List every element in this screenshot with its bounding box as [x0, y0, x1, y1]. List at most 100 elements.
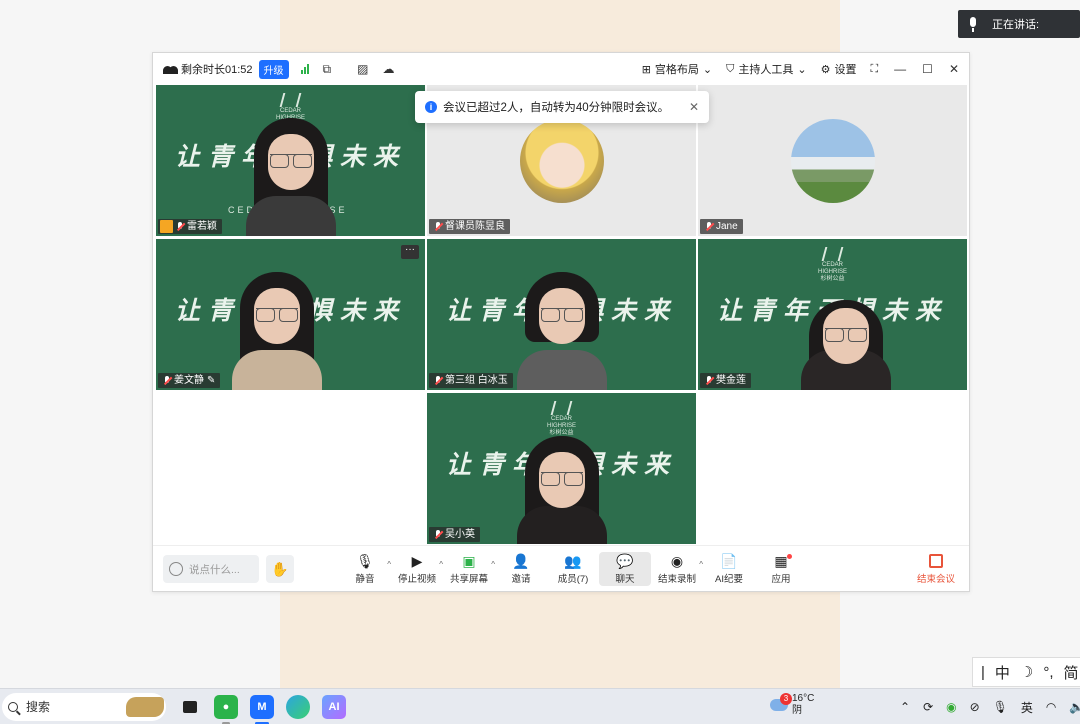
cloud-icon: 3 [770, 693, 792, 711]
wechat-icon[interactable]: ● [214, 694, 238, 724]
shield-icon: ⛉ [726, 62, 735, 75]
end-meeting-button[interactable]: 结束会议 [917, 554, 955, 585]
chevron-down-icon: ⌄ [702, 63, 713, 76]
weather-widget[interactable]: 3 16°C 阴 [770, 693, 814, 717]
cedar-logo: CEDARHIGHRISE杉树公益 [547, 401, 576, 437]
camera-icon: ▶ [411, 552, 423, 569]
maximize-icon[interactable]: ☐ [922, 62, 933, 76]
mic-muted-icon [434, 376, 442, 385]
ai-app-icon[interactable]: AI [322, 694, 346, 719]
close-icon[interactable]: ✕ [949, 62, 959, 76]
host-tools-menu[interactable]: ⛉ 主持人工具 ⌄ [726, 61, 806, 77]
meeting-toolbar: 说点什么... ✋ 🎙 静音 ^ ▶ 停止视频 ^ ▣ 共享屏幕 ^ 👤 邀请 👥 成员(7) … [153, 545, 969, 591]
invite-button[interactable]: 👤 邀请 [495, 546, 547, 592]
search-icon [8, 701, 18, 712]
microphone-icon [968, 16, 978, 32]
stop-video-button[interactable]: ▶ 停止视频 ^ [391, 546, 443, 592]
task-view-icon[interactable] [178, 695, 202, 719]
exit-icon [928, 554, 943, 568]
tencent-meeting-logo-icon [163, 64, 179, 74]
pen-icon: ✎ [207, 375, 216, 386]
cloud-icon[interactable]: ☁ [382, 62, 394, 76]
mic-muted-icon [434, 222, 442, 231]
sync-icon[interactable]: ⟳ [923, 700, 933, 714]
raise-hand-button[interactable]: ✋ [266, 555, 294, 583]
minimize-icon[interactable]: — [894, 62, 906, 76]
layout-menu[interactable]: ⊞ 宫格布局 ⌄ [642, 61, 712, 77]
edge-browser-icon[interactable] [286, 694, 310, 719]
speaker-icon[interactable]: 🔈 [1069, 700, 1080, 714]
participant-name-tag: 雷若颖 [158, 219, 222, 234]
more-options-button[interactable]: ··· [401, 245, 419, 259]
video-tile[interactable]: CEDARHIGHRISE杉树公益 让青年无惧未来 樊金莲 [698, 239, 967, 390]
participant-name-tag: 第三组 白冰玉 [429, 373, 513, 388]
layout-label: 宫格布局 [654, 64, 699, 76]
host-badge-icon [160, 220, 173, 233]
wifi-icon[interactable]: ◠ [1046, 700, 1056, 714]
video-grid: CEDARHIGHRISE杉树公益 让青年无惧未来 CEDAR HIGHRISE… [154, 85, 969, 545]
tencent-meeting-icon[interactable]: M [250, 694, 274, 724]
participant-name-tag: Jane [700, 219, 743, 234]
mic-muted-icon [705, 222, 713, 231]
microphone-icon: 🎙 [356, 552, 374, 569]
apps-icon: ▦ [774, 552, 788, 569]
users-icon: 👥 [564, 552, 582, 569]
video-tile[interactable]: Jane [698, 85, 967, 236]
host-tools-label: 主持人工具 [738, 64, 794, 76]
settings-button[interactable]: ⚙ 设置 [821, 61, 857, 77]
mute-button[interactable]: 🎙 静音 ^ [339, 546, 391, 592]
no-camera-icon[interactable]: ⊘ [970, 700, 980, 714]
ai-notes-button[interactable]: 📄 AI纪要 [703, 546, 755, 592]
popout-icon[interactable]: ⧉ [323, 62, 332, 77]
video-tile[interactable]: CEDARHIGHRISE杉树公益 让青年无惧未来 吴小英 [427, 393, 696, 544]
video-tile[interactable]: 让青年无惧未来 ··· 姜文静✎ [156, 239, 425, 390]
network-signal-icon[interactable] [300, 64, 309, 74]
share-screen-button[interactable]: ▣ 共享屏幕 ^ [443, 546, 495, 592]
app-tray-icon[interactable]: ◉ [946, 700, 956, 714]
mic-muted-icon [705, 376, 713, 385]
chevron-down-icon: ⌄ [797, 63, 807, 76]
ime-halfwidth[interactable]: ☽ [1020, 663, 1033, 681]
participant-video [516, 272, 607, 390]
stop-recording-button[interactable]: ◉ 结束录制 ^ [651, 546, 703, 592]
speaking-label: 正在讲话: [992, 19, 1040, 31]
participant-name-tag: 吴小英 [429, 527, 480, 542]
system-tray: ⌃ ⟳ ◉ ⊘ 🎙 英 ◠ 🔈 [900, 689, 1080, 724]
fullscreen-icon[interactable]: ⛶ [870, 63, 878, 76]
chevron-up-icon[interactable]: ⌃ [900, 700, 910, 714]
ime-simplified[interactable]: 简 [1064, 662, 1079, 683]
close-icon[interactable]: ✕ [689, 100, 699, 114]
chat-button[interactable]: 💬 聊天 [599, 552, 651, 586]
info-icon: i [425, 101, 437, 113]
video-tile[interactable]: CEDARHIGHRISE杉树公益 让青年无惧未来 CEDAR HIGHRISE… [156, 85, 425, 236]
video-tile[interactable]: 让青年无惧未来 第三组 白冰玉 [427, 239, 696, 390]
ai-notes-icon: 📄 [720, 552, 738, 569]
chat-icon: 💬 [616, 552, 634, 569]
weather-temp: 16°C [792, 693, 815, 704]
meeting-titlebar: 剩余时长01:52 升级 ⧉ ▨ ☁ ⊞ 宫格布局 ⌄ ⛉ 主持人工具 ⌄ ⚙ 设置 ⛶ … [153, 53, 969, 85]
chat-placeholder: 说点什么... [189, 563, 240, 576]
members-button[interactable]: 👥 成员(7) [547, 546, 599, 592]
gear-icon: ⚙ [820, 63, 831, 76]
chat-quick-input[interactable]: 说点什么... [163, 555, 259, 583]
participant-name-tag: 督课员陈昱良 [429, 219, 510, 234]
ime-punct[interactable]: °, [1043, 664, 1053, 681]
weather-desc: 阴 [792, 705, 802, 716]
taskbar-search[interactable]: 搜索 [2, 692, 166, 721]
microphone-icon[interactable]: 🎙 [993, 700, 1008, 714]
emoji-icon[interactable] [169, 562, 183, 576]
ime-toolbar[interactable]: | 中 ☽ °, 简 [972, 657, 1080, 687]
speaking-indicator: 正在讲话: [958, 10, 1080, 38]
upgrade-button[interactable]: 升级 [258, 59, 289, 79]
participant-name-tag: 樊金莲 [700, 373, 751, 388]
input-language[interactable]: 英 [1021, 699, 1033, 716]
ime-handle[interactable]: | [981, 664, 985, 681]
hide-nonvideo-icon[interactable]: ▨ [357, 62, 368, 76]
meeting-limit-toast: i 会议已超过2人，自动转为40分钟限时会议。 ✕ [415, 91, 709, 123]
apps-button[interactable]: ▦ 应用 [755, 546, 807, 592]
remaining-time: 剩余时长01:52 [181, 64, 253, 76]
participant-video [516, 436, 607, 544]
ime-mode[interactable]: 中 [995, 662, 1010, 683]
mic-muted-icon [163, 376, 171, 385]
participant-avatar [790, 119, 875, 203]
